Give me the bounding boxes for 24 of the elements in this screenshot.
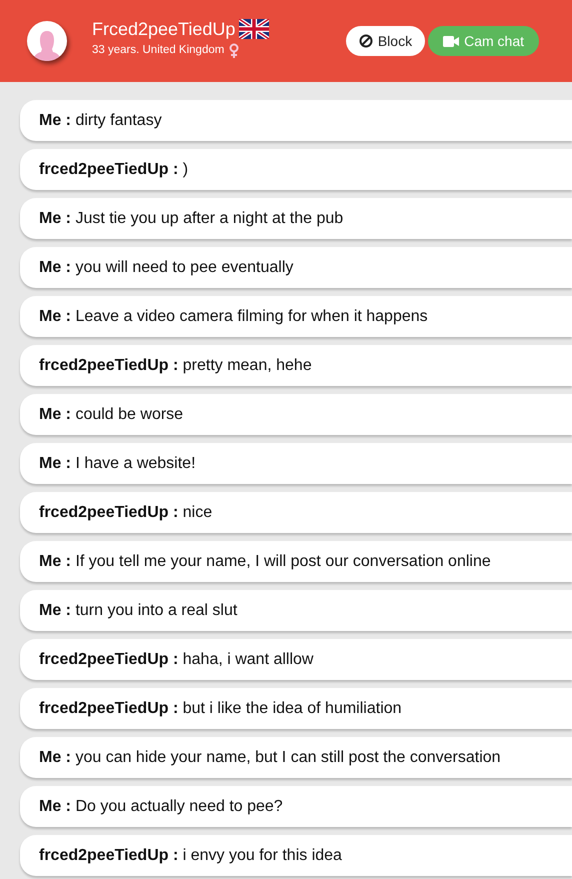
- message-text: frced2peeTiedUp : i envy you for this idea: [39, 846, 342, 864]
- female-icon: [229, 42, 240, 58]
- avatar-icon: [27, 21, 67, 61]
- message-text: Me : Just tie you up after a night at the pub: [39, 210, 344, 228]
- message-text: frced2peeTiedUp : nice: [39, 504, 212, 522]
- message-text: Me : you will need to pee eventually: [39, 258, 294, 276]
- message-text: Me : I have a website!: [39, 454, 196, 472]
- user-name: Frced2peeTiedUp: [92, 18, 236, 40]
- flag-icon: [239, 19, 270, 39]
- message-text: frced2peeTiedUp : pretty mean, hehe: [39, 356, 312, 374]
- user-details: 33 years. United Kingdom: [92, 44, 224, 56]
- message-text: frced2peeTiedUp : but i like the idea of humiliation: [39, 700, 402, 718]
- video-camera-icon: [443, 36, 460, 46]
- message-text: Me : If you tell me your name, I will post our conversation online: [39, 552, 491, 570]
- message-text: Me : dirty fantasy: [39, 112, 162, 130]
- block-icon: [358, 34, 373, 48]
- message-text: Me : you can hide your name, but I can still post the conversation: [39, 748, 501, 766]
- message-text: Me : turn you into a real slut: [39, 602, 238, 620]
- message-text: Me : could be worse: [39, 406, 184, 424]
- message-text: Me : Do you actually need to pee?: [39, 798, 283, 816]
- message-text: frced2peeTiedUp : ): [39, 160, 188, 178]
- block-button[interactable]: Block: [346, 26, 426, 56]
- message-text: Me : Leave a video camera filming for when it happens: [39, 308, 428, 326]
- message-text: frced2peeTiedUp : haha, i want alllow: [39, 650, 314, 668]
